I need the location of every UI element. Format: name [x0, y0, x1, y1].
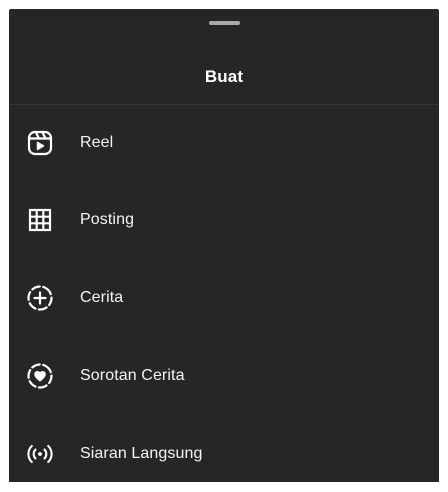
- menu-item-label: Reel: [80, 134, 114, 151]
- menu-item-label: Sorotan Cerita: [80, 367, 185, 384]
- create-menu: Reel Posting Cerita Sorotan Cerita Siara…: [9, 105, 439, 492]
- menu-item-label: Cerita: [80, 288, 124, 306]
- menu-item-label: Siaran Langsung: [80, 444, 203, 462]
- menu-item-label: Posting: [80, 210, 135, 228]
- story-add-icon: [26, 284, 54, 312]
- grid-post-icon: [26, 206, 54, 234]
- menu-item-siaran-langsung[interactable]: Siaran Langsung: [9, 415, 439, 492]
- live-broadcast-icon: [26, 440, 54, 468]
- create-bottom-sheet: Buat Reel Posting Cerita Sorotan Cerita …: [9, 9, 439, 482]
- menu-item-cerita[interactable]: Cerita: [9, 258, 439, 337]
- highlight-heart-icon: [26, 362, 54, 390]
- menu-item-reel[interactable]: Reel: [9, 105, 439, 181]
- sheet-title: Buat: [204, 67, 244, 86]
- reels-icon: [26, 129, 54, 157]
- drag-handle[interactable]: [209, 21, 240, 25]
- menu-item-posting[interactable]: Posting: [9, 181, 439, 258]
- menu-item-sorotan-cerita[interactable]: Sorotan Cerita: [9, 337, 439, 415]
